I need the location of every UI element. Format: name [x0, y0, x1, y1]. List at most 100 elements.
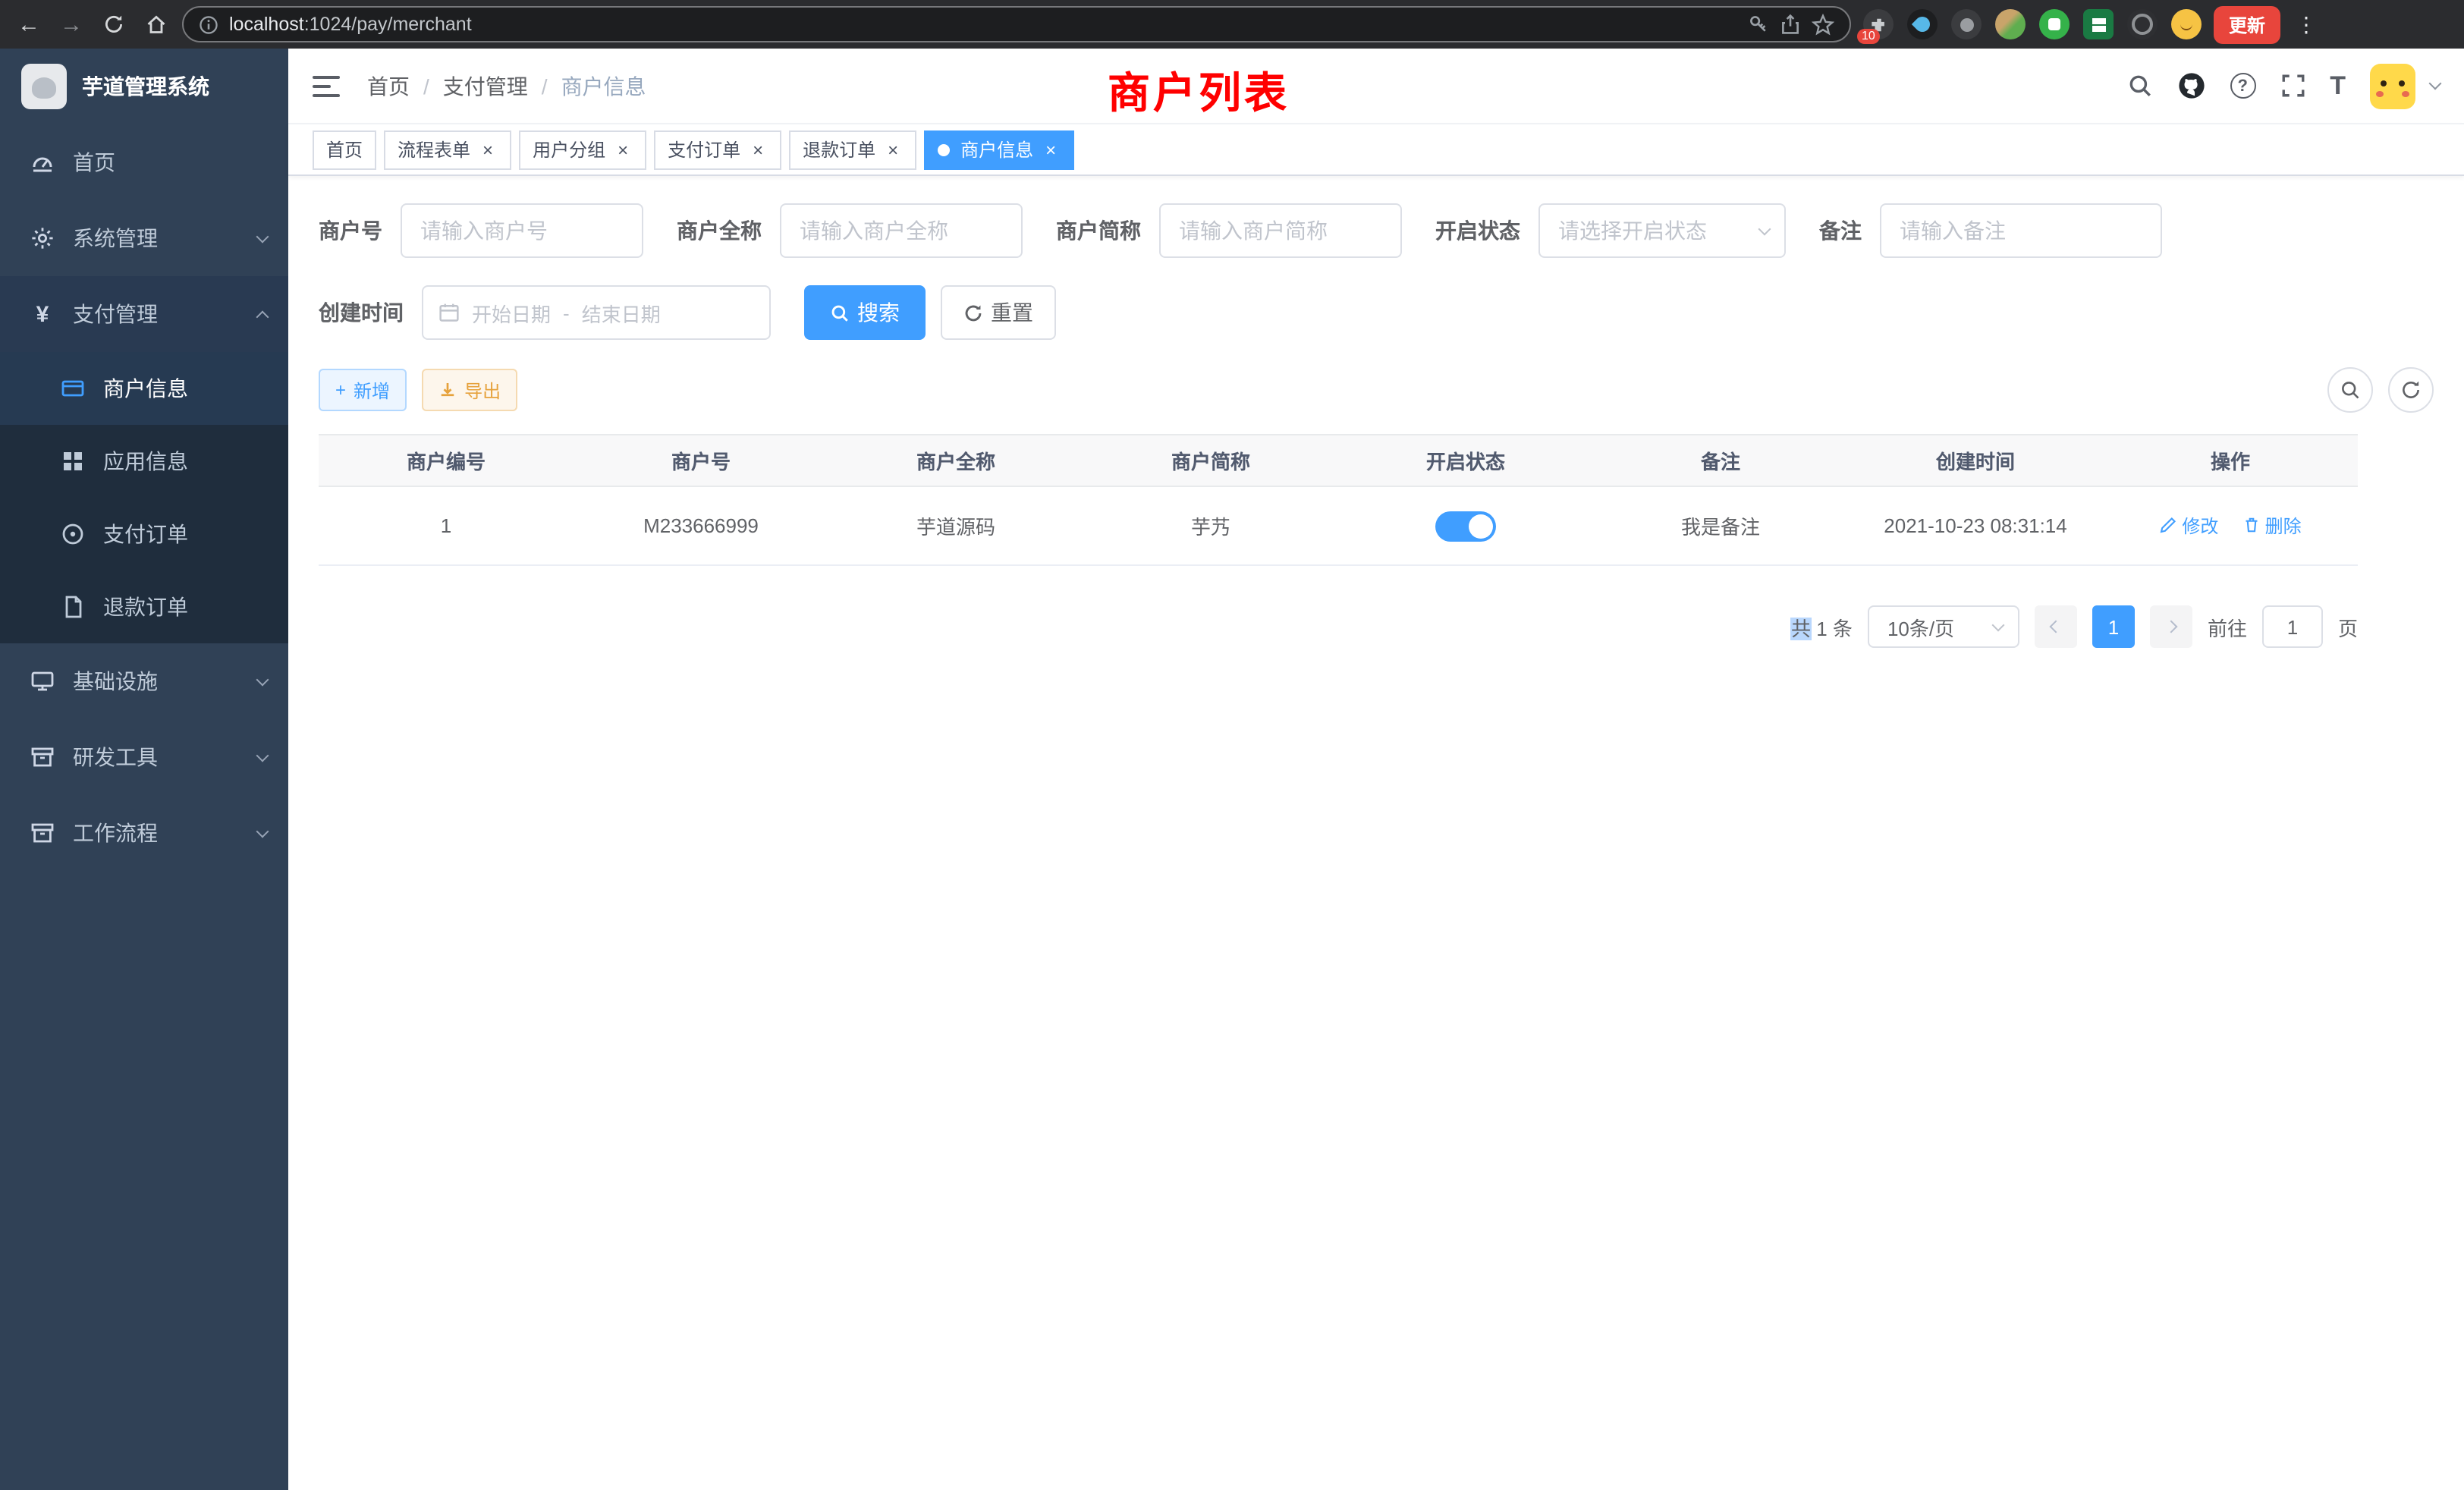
page-1-button[interactable]: 1: [2092, 605, 2135, 648]
sidebar-item-refund-order[interactable]: 退款订单: [0, 571, 288, 643]
tab-home[interactable]: 首页: [313, 130, 376, 169]
tab-label: 支付订单: [668, 137, 740, 162]
extension-green-circle-icon[interactable]: [2039, 9, 2070, 39]
sidebar-item-label: 基础设施: [73, 666, 240, 696]
start-date-placeholder: 开始日期: [472, 298, 551, 327]
download-icon: [438, 381, 457, 399]
col-header-name: 商户全称: [828, 435, 1083, 486]
bookmark-star-icon[interactable]: [1812, 13, 1834, 36]
tab-close-icon[interactable]: ×: [883, 140, 903, 159]
reset-button[interactable]: 重置: [941, 285, 1056, 340]
help-icon[interactable]: ?: [2230, 73, 2255, 99]
toggle-search-button[interactable]: [2327, 367, 2373, 413]
update-button[interactable]: 更新: [2214, 5, 2280, 43]
merchant-no-input[interactable]: [401, 203, 643, 258]
sidebar-item-label: 研发工具: [73, 742, 240, 772]
browser-forward-button[interactable]: →: [58, 13, 85, 36]
share-icon[interactable]: [1780, 14, 1801, 35]
add-button[interactable]: + 新增: [319, 369, 407, 411]
sidebar-toggle-icon[interactable]: [313, 71, 343, 101]
breadcrumb-home[interactable]: 首页: [367, 71, 410, 101]
password-key-icon[interactable]: [1748, 14, 1769, 35]
remark-input[interactable]: [1880, 203, 2162, 258]
extension-dark-icon[interactable]: [1951, 9, 1982, 39]
browser-menu-icon[interactable]: ⋮: [2293, 11, 2320, 37]
merchant-short-label: 商户简称: [1056, 215, 1141, 246]
browser-back-button[interactable]: ←: [15, 13, 42, 36]
search-button[interactable]: 搜索: [804, 285, 926, 340]
table-toolbar: + 新增 导出: [319, 367, 2464, 413]
tab-merchant-info[interactable]: 商户信息 ×: [924, 130, 1074, 169]
grid-icon: [61, 449, 85, 473]
tab-pay-order[interactable]: 支付订单 ×: [654, 130, 781, 169]
search-form-row-2: 创建时间 开始日期 - 结束日期 搜索 重置: [319, 285, 2464, 340]
sidebar-item-home[interactable]: 首页: [0, 124, 288, 200]
edit-link[interactable]: 修改: [2159, 513, 2218, 539]
tab-close-icon[interactable]: ×: [613, 140, 633, 159]
status-toggle[interactable]: [1435, 511, 1496, 541]
sidebar-item-pay-order[interactable]: 支付订单: [0, 498, 288, 571]
site-info-icon[interactable]: [199, 14, 218, 34]
chevron-down-icon: [256, 749, 269, 762]
extension-sheet-icon[interactable]: [2083, 9, 2114, 39]
address-bar[interactable]: localhost:1024/pay/merchant: [182, 6, 1851, 42]
font-size-icon[interactable]: T: [2330, 71, 2346, 101]
next-page-button[interactable]: [2150, 605, 2192, 648]
end-date-placeholder: 结束日期: [582, 298, 661, 327]
tab-refund-order[interactable]: 退款订单 ×: [789, 130, 916, 169]
export-button[interactable]: 导出: [422, 369, 517, 411]
extensions-puzzle-icon[interactable]: 10: [1863, 9, 1894, 39]
col-header-status: 开启状态: [1338, 435, 1593, 486]
goto-page-suffix: 页: [2338, 612, 2358, 641]
date-separator: -: [563, 301, 570, 324]
sidebar: 芋道管理系统 首页 系统管理 ¥ 支付管理 商户信息: [0, 49, 288, 1490]
url-path: :1024/pay/merchant: [304, 14, 472, 35]
create-time-range-picker[interactable]: 开始日期 - 结束日期: [422, 285, 771, 340]
col-header-remark: 备注: [1593, 435, 1848, 486]
tab-close-icon[interactable]: ×: [478, 140, 498, 159]
fullscreen-icon[interactable]: [2280, 73, 2305, 99]
breadcrumb-payment[interactable]: 支付管理: [443, 71, 528, 101]
sidebar-item-dev-tools[interactable]: 研发工具: [0, 719, 288, 795]
refresh-table-button[interactable]: [2388, 367, 2434, 413]
goto-page-input[interactable]: [2262, 605, 2323, 648]
navbar-tools: ? T: [2126, 63, 2440, 108]
tab-close-icon[interactable]: ×: [1041, 140, 1061, 159]
sidebar-logo[interactable]: 芋道管理系统: [0, 49, 288, 124]
search-icon[interactable]: [2126, 73, 2152, 99]
payment-submenu: 商户信息 应用信息 支付订单 退款订单: [0, 352, 288, 643]
extension-smiley-icon[interactable]: [2171, 9, 2202, 39]
tab-label: 首页: [326, 137, 363, 162]
extension-avatar-icon[interactable]: [1995, 9, 2026, 39]
browser-extensions: 10: [1863, 9, 2202, 39]
extension-github-icon[interactable]: [2127, 9, 2158, 39]
delete-link[interactable]: 删除: [2242, 513, 2302, 539]
page-size-select[interactable]: 10条/页: [1868, 605, 2019, 648]
chevron-down-icon[interactable]: [2429, 77, 2442, 90]
sidebar-item-app-info[interactable]: 应用信息: [0, 425, 288, 498]
right-toolbar: [2327, 367, 2434, 413]
sidebar-item-system[interactable]: 系统管理: [0, 200, 288, 276]
sidebar-item-payment[interactable]: ¥ 支付管理: [0, 276, 288, 352]
tab-close-icon[interactable]: ×: [748, 140, 768, 159]
sidebar-item-workflow[interactable]: 工作流程: [0, 795, 288, 871]
tab-label: 用户分组: [533, 137, 605, 162]
chevron-down-icon: [256, 673, 269, 686]
tab-user-group[interactable]: 用户分组 ×: [519, 130, 646, 169]
avatar[interactable]: [2370, 63, 2415, 108]
logo-title: 芋道管理系统: [82, 71, 209, 102]
breadcrumb-separator: /: [423, 74, 429, 98]
browser-home-button[interactable]: [143, 14, 170, 35]
sidebar-item-infrastructure[interactable]: 基础设施: [0, 643, 288, 719]
merchant-name-input[interactable]: [780, 203, 1023, 258]
tab-process-form[interactable]: 流程表单 ×: [384, 130, 511, 169]
prev-page-button[interactable]: [2035, 605, 2077, 648]
dashboard-icon: [30, 150, 55, 174]
github-icon[interactable]: [2176, 71, 2205, 100]
browser-refresh-button[interactable]: [100, 14, 127, 35]
search-form-row-1: 商户号 商户全称 商户简称 开启状态 请选择开启状态: [319, 203, 2464, 258]
sidebar-item-merchant-info[interactable]: 商户信息: [0, 352, 288, 425]
extension-drop-icon[interactable]: [1907, 9, 1938, 39]
merchant-short-input[interactable]: [1159, 203, 1402, 258]
status-select[interactable]: 请选择开启状态: [1538, 203, 1786, 258]
